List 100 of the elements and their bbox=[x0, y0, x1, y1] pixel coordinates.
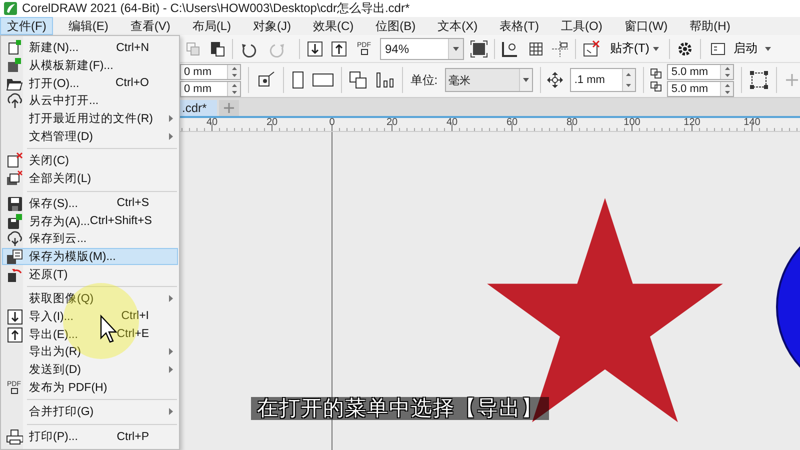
landscape-page-icon[interactable] bbox=[312, 72, 334, 88]
close-document-icon bbox=[6, 152, 22, 170]
cloud-upload-icon bbox=[6, 230, 22, 248]
menu-item[interactable]: 关闭(C) bbox=[2, 152, 178, 170]
ruler-label: 40 bbox=[446, 118, 458, 128]
spin-up-icon bbox=[232, 66, 236, 70]
ruler-label: 60 bbox=[506, 118, 518, 128]
menu-item[interactable]: 导出为(R) bbox=[2, 343, 178, 361]
grid-icon[interactable] bbox=[527, 40, 545, 58]
y-position-field[interactable]: 0 mm bbox=[180, 80, 241, 96]
bars-icon[interactable] bbox=[375, 70, 396, 90]
menu-item[interactable]: 打印(P)... Ctrl+P bbox=[2, 428, 178, 446]
template-icon bbox=[6, 57, 22, 74]
units-label: 单位: bbox=[410, 72, 438, 88]
selection-frame-icon[interactable] bbox=[749, 70, 770, 90]
spin-up-icon bbox=[626, 73, 632, 76]
spin-down-icon bbox=[724, 90, 730, 94]
menu-item[interactable]: 查看(V) bbox=[123, 17, 178, 35]
printer-icon bbox=[6, 428, 22, 446]
window-title: CorelDRAW 2021 (64-Bit) - C:\Users\HOW003\Desktop\cdr怎么导出.cdr* bbox=[22, 0, 410, 17]
new-document-icon bbox=[6, 39, 22, 56]
launch-dropdown[interactable]: 启动 bbox=[707, 40, 776, 57]
save-as-icon bbox=[6, 212, 22, 230]
nudge-distance-field[interactable]: .1 mm bbox=[570, 68, 636, 92]
menu-item[interactable]: 还原(T) bbox=[2, 265, 178, 283]
menu-item[interactable]: 对象(J) bbox=[246, 17, 298, 35]
document-tab[interactable]: .cdr* bbox=[180, 100, 217, 116]
menu-item[interactable]: 窗口(W) bbox=[617, 17, 675, 35]
spin-down-icon bbox=[232, 74, 236, 76]
menu-item[interactable]: 打开最近用过的文件(R) bbox=[2, 110, 178, 128]
guidelines-icon[interactable] bbox=[551, 40, 569, 58]
caret-icon bbox=[653, 46, 660, 50]
spin-down-icon bbox=[724, 74, 730, 76]
caret-icon bbox=[453, 46, 459, 50]
menu-item[interactable]: 新建(N)... Ctrl+N bbox=[2, 39, 178, 57]
save-icon bbox=[6, 194, 22, 212]
portrait-page-icon[interactable] bbox=[290, 70, 305, 90]
menu-item[interactable]: 从云中打开... bbox=[2, 92, 178, 110]
ruler-label: 80 bbox=[566, 118, 578, 128]
new-tab-button[interactable] bbox=[218, 100, 239, 116]
ruler-label: 20 bbox=[266, 118, 278, 128]
ruler-label: 120 bbox=[684, 118, 700, 128]
menu-item[interactable]: 打开(O)... Ctrl+O bbox=[2, 74, 178, 92]
menu-item[interactable]: 发送到(D) bbox=[2, 360, 178, 378]
spin-up-icon bbox=[724, 66, 730, 70]
duplicate-x-field[interactable]: 5.0 mm bbox=[667, 64, 734, 80]
menu-item[interactable]: 导出(E)... Ctrl+E bbox=[2, 325, 178, 343]
spin-up-icon bbox=[724, 84, 730, 86]
ruler-label: 0 bbox=[329, 118, 335, 128]
menu-item[interactable]: 导入(I)... Ctrl+I bbox=[2, 308, 178, 326]
close-all-icon bbox=[6, 170, 22, 188]
duplicate-offset-icon bbox=[650, 67, 664, 93]
menu-item[interactable]: 位图(B) bbox=[368, 17, 423, 35]
full-screen-icon[interactable] bbox=[470, 40, 488, 58]
menu-item[interactable]: 全部关闭(L) bbox=[2, 170, 178, 188]
ruler-label: 100 bbox=[624, 118, 640, 128]
cloud-download-icon bbox=[6, 92, 22, 110]
menu-item[interactable]: 文档管理(D) bbox=[2, 127, 178, 146]
pointer-cursor-icon bbox=[100, 314, 118, 343]
settings-icon[interactable] bbox=[676, 40, 694, 58]
spin-up-icon bbox=[232, 84, 236, 86]
window-icon bbox=[711, 42, 726, 54]
ruler-label: 140 bbox=[744, 118, 760, 128]
menu-item[interactable]: 编辑(E) bbox=[61, 17, 116, 35]
caret-icon bbox=[765, 46, 772, 50]
snap-dropdown[interactable]: 贴齐(T) bbox=[606, 40, 664, 57]
document-icon bbox=[10, 388, 18, 394]
pages-icon[interactable] bbox=[348, 70, 368, 90]
spin-down-icon bbox=[626, 84, 632, 87]
template-save-icon bbox=[6, 248, 22, 265]
menu-item[interactable]: 文件(F) bbox=[0, 17, 54, 35]
spin-down-icon bbox=[232, 90, 236, 94]
menu-item[interactable]: 保存(S)... Ctrl+S bbox=[2, 194, 178, 212]
ruler-label: 20 bbox=[386, 118, 398, 128]
menu-item[interactable]: 合并打印(G) bbox=[2, 403, 178, 421]
menu-item[interactable]: 布局(L) bbox=[185, 17, 238, 35]
menu-item[interactable]: 文本(X) bbox=[430, 17, 485, 35]
zoom-dropdown[interactable]: 94% bbox=[380, 38, 464, 60]
export-icon[interactable] bbox=[330, 40, 348, 58]
import-icon[interactable] bbox=[306, 40, 324, 58]
menu-item[interactable]: 从模板新建(F)... bbox=[2, 56, 178, 74]
menu-item[interactable]: 另存为(A)...Ctrl+Shift+S bbox=[2, 212, 178, 230]
caret-icon bbox=[522, 78, 529, 82]
import-icon bbox=[6, 308, 22, 325]
document-icon bbox=[360, 49, 368, 55]
ruler-label: 40 bbox=[206, 118, 218, 128]
paste-icon[interactable] bbox=[208, 40, 226, 58]
subtitle-caption: 在打开的菜单中选择【导出】 bbox=[251, 397, 549, 420]
duplicate-y-field[interactable]: 5.0 mm bbox=[667, 80, 734, 96]
menu-item[interactable]: 保存到云... bbox=[2, 230, 178, 248]
units-dropdown[interactable]: 毫米 bbox=[444, 68, 533, 92]
menu-item[interactable]: 帮助(H) bbox=[682, 17, 738, 35]
move-arrows-icon[interactable] bbox=[547, 72, 564, 88]
menu-item[interactable]: 保存为模版(M)... bbox=[2, 248, 178, 266]
menu-item[interactable]: 获取图像(Q) bbox=[2, 290, 178, 308]
menu-item[interactable]: 表格(T) bbox=[492, 17, 546, 35]
menu-item[interactable]: 工具(O) bbox=[554, 17, 610, 35]
menu-item[interactable]: 效果(C) bbox=[306, 17, 361, 35]
snap-off-icon[interactable] bbox=[582, 40, 600, 58]
x-position-field[interactable]: 0 mm bbox=[180, 64, 241, 80]
